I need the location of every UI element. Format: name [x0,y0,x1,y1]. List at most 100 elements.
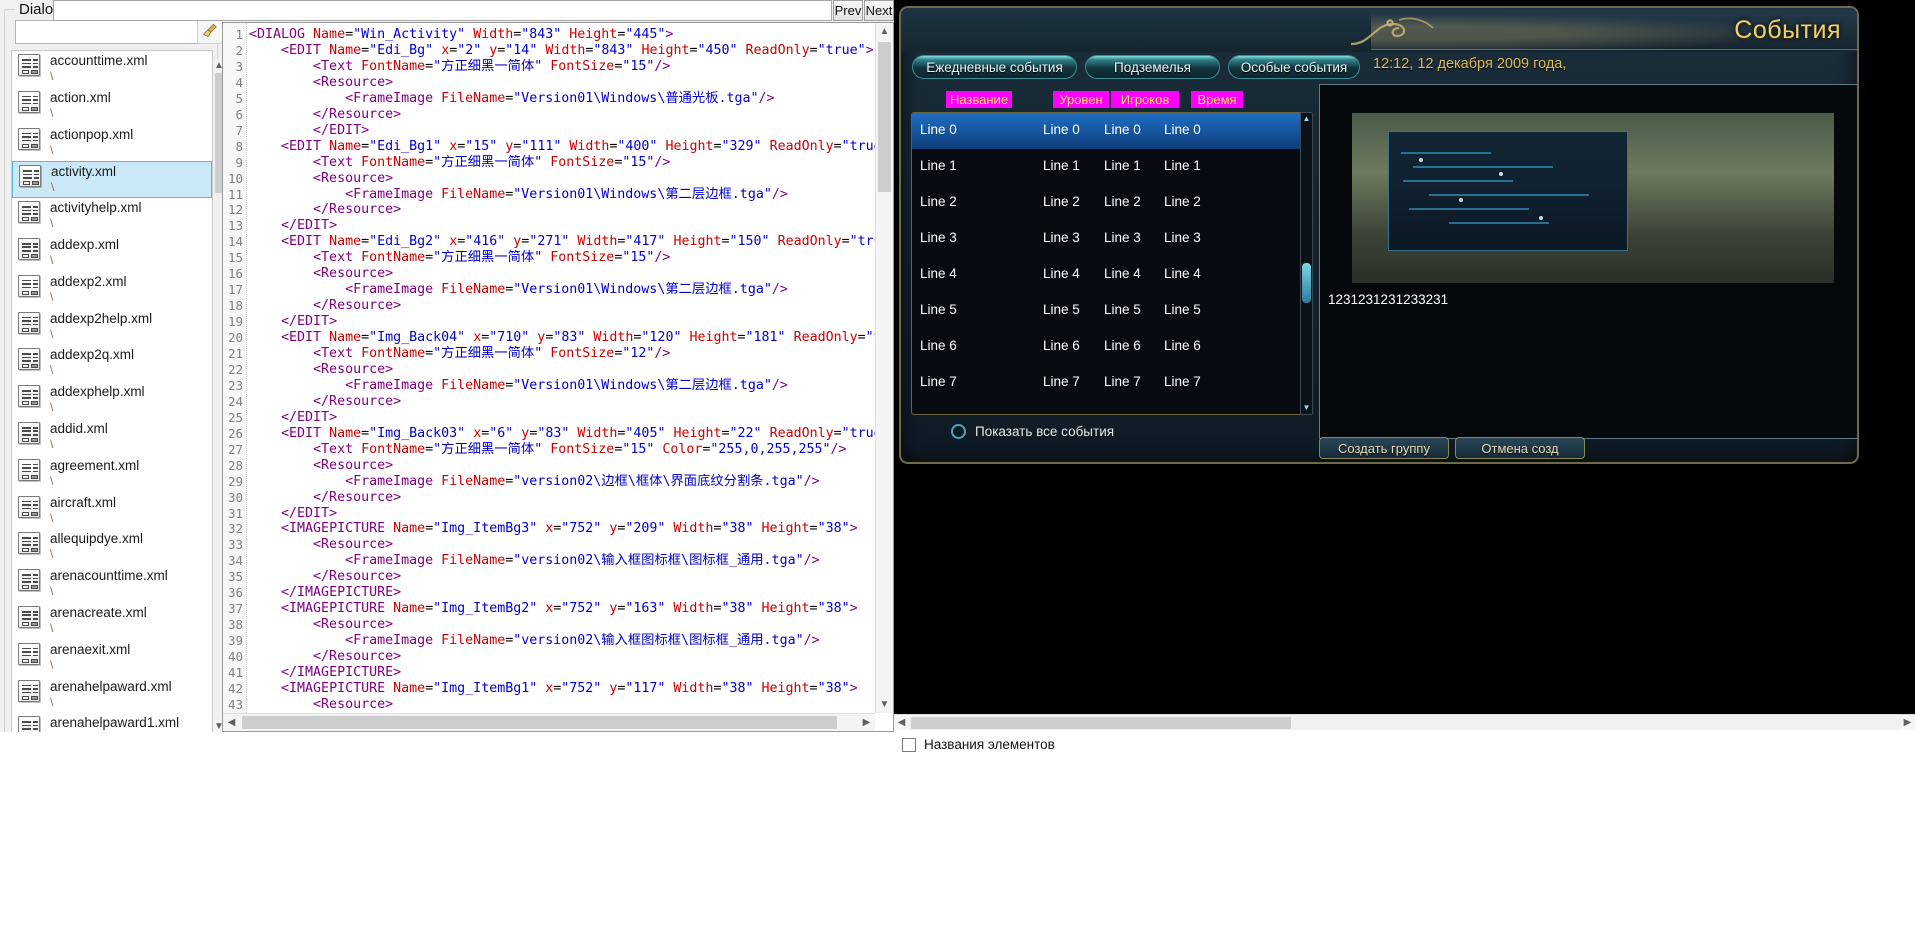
code-area[interactable]: 1234567891011121314151617181920212223242… [223,23,875,713]
list-item[interactable]: aircraft.xml\ [12,493,212,530]
chevron-down-icon[interactable]: ▼ [1302,403,1311,413]
create-group-button[interactable]: Создать группу [1319,437,1449,459]
events-table-scrollbar[interactable]: ▲ ▼ [1300,112,1313,415]
code-line[interactable]: </Resource> [249,490,401,506]
list-item[interactable]: accounttime.xml\ [12,51,212,88]
search-input[interactable] [53,0,832,21]
code-line[interactable]: <Resource> [249,75,393,91]
code-line[interactable]: <Resource> [249,171,393,187]
code-line[interactable]: </Resource> [249,202,401,218]
table-row[interactable]: Line 7Line 7Line 7Line 7 [912,365,1309,401]
preview-horizontal-scrollbar[interactable]: ◀ ▶ [894,714,1915,730]
code-line[interactable]: <EDIT Name="Edi_Bg1" x="15" y="111" Widt… [249,139,875,155]
code-line[interactable]: </Resource> [249,107,401,123]
code-line[interactable]: <IMAGEPICTURE Name="Img_ItemBg2" x="752"… [249,601,858,617]
scroll-thumb-vertical[interactable] [878,42,891,192]
table-row[interactable]: Line 4Line 4Line 4Line 4 [912,257,1309,293]
list-item[interactable]: addexp2help.xml\ [12,309,212,346]
code-line[interactable]: </EDIT> [249,218,337,234]
code-line[interactable]: <Resource> [249,362,393,378]
code-line[interactable]: </IMAGEPICTURE> [249,665,401,681]
code-line[interactable]: <IMAGEPICTURE Name="Img_ItemBg3" x="752"… [249,521,858,537]
scroll-down-icon[interactable]: ▼ [876,696,893,713]
list-item[interactable]: activityhelp.xml\ [12,198,212,235]
list-item[interactable]: addexp2.xml\ [12,272,212,309]
scroll-thumb[interactable] [1302,263,1311,303]
code-line[interactable]: <Text FontName="方正细黑一简体" FontSize="15" C… [249,442,847,458]
code-line[interactable]: </Resource> [249,394,401,410]
xml-editor[interactable]: 1234567891011121314151617181920212223242… [222,22,894,732]
column-header-time[interactable]: Время [1191,91,1243,108]
code-line[interactable]: </IMAGEPICTURE> [249,585,401,601]
code-line[interactable]: <Resource> [249,458,393,474]
scroll-up-icon[interactable]: ▲ [876,23,893,40]
code-line[interactable]: <DIALOG Name="Win_Activity" Width="843" … [249,27,673,43]
prev-button[interactable]: Prev [833,0,863,21]
scroll-left-icon[interactable]: ◀ [223,714,240,731]
code-line[interactable]: <IMAGEPICTURE Name="Img_ItemBg1" x="752"… [249,681,858,697]
list-item[interactable]: addid.xml\ [12,419,212,456]
table-row[interactable]: Line 3Line 3Line 3Line 3 [912,221,1309,257]
scroll-right-icon[interactable]: ▶ [1900,715,1915,730]
code-line[interactable]: <Text FontName="方正细黑一简体" FontSize="15"/> [249,59,670,75]
checkbox-box[interactable] [951,424,966,439]
checkbox-box[interactable] [902,738,916,752]
tab-daily-events[interactable]: Ежедневные события [912,55,1077,79]
code-line[interactable]: </EDIT> [249,314,337,330]
column-header-name[interactable]: Название [946,91,1012,108]
code-line[interactable]: <FrameImage FileName="version02\输入框图标框\图… [249,633,820,649]
dialogs-filter-input[interactable] [15,20,201,44]
scroll-left-icon[interactable]: ◀ [894,715,909,730]
tab-special-events[interactable]: Особые события [1228,55,1360,79]
list-item[interactable]: activity.xml\ [12,161,212,198]
list-item[interactable]: arenacreate.xml\ [12,603,212,640]
element-names-checkbox[interactable]: Названия элементов [902,737,1055,752]
list-item[interactable]: actionpop.xml\ [12,125,212,162]
dialogs-file-list[interactable]: accounttime.xml\action.xml\actionpop.xml… [11,50,213,738]
code-line[interactable]: <FrameImage FileName="version02\输入框图标框\图… [249,553,820,569]
table-row[interactable]: Line 2Line 2Line 2Line 2 [912,185,1309,221]
list-item[interactable]: arenacounttime.xml\ [12,566,212,603]
code-line[interactable]: <FrameImage FileName="Version01\Windows\… [249,282,788,298]
column-header-players[interactable]: Игроков [1111,91,1179,108]
list-item[interactable]: addexp.xml\ [12,235,212,272]
editor-vertical-scrollbar[interactable]: ▲ ▼ [875,23,893,713]
editor-horizontal-scrollbar[interactable]: ◀ ▶ [223,713,875,731]
scroll-thumb-horizontal[interactable] [911,717,1291,729]
list-item[interactable]: action.xml\ [12,88,212,125]
code-line[interactable]: <FrameImage FileName="version02\边框\框体\界面… [249,474,820,490]
code-line[interactable]: </Resource> [249,649,401,665]
code-line[interactable]: </EDIT> [249,123,369,139]
code-line[interactable]: <Text FontName="方正细黑一简体" FontSize="12"/> [249,346,670,362]
code-line[interactable]: </EDIT> [249,410,337,426]
list-item[interactable]: arenaexit.xml\ [12,640,212,677]
code-line[interactable]: <FrameImage FileName="Version01\Windows\… [249,378,788,394]
code-line[interactable]: </Resource> [249,569,401,585]
table-row[interactable]: Line 5Line 5Line 5Line 5 [912,293,1309,329]
cancel-create-button[interactable]: Отмена созд [1455,437,1585,459]
table-row[interactable]: Line 6Line 6Line 6Line 6 [912,329,1309,365]
table-row[interactable]: Line 0Line 0Line 0Line 0 [912,113,1309,149]
code-line[interactable]: <Resource> [249,537,393,553]
table-row[interactable]: Line 1Line 1Line 1Line 1 [912,149,1309,185]
broom-icon[interactable] [197,18,223,44]
code-line[interactable]: <Resource> [249,697,393,713]
list-item[interactable]: allequipdye.xml\ [12,529,212,566]
code-line[interactable]: <FrameImage FileName="Version01\Windows\… [249,91,775,107]
code-line[interactable]: </EDIT> [249,506,337,522]
list-item[interactable]: addexp2q.xml\ [12,345,212,382]
show-all-events-checkbox[interactable]: Показать все события [951,424,1114,439]
tab-dungeons[interactable]: Подземелья [1085,55,1220,79]
column-header-level[interactable]: Уровен [1053,91,1109,108]
code-line[interactable]: <Resource> [249,266,393,282]
code-line[interactable]: <EDIT Name="Img_Back04" x="710" y="83" W… [249,330,875,346]
chevron-up-icon[interactable]: ▲ [1302,114,1311,124]
code-line[interactable]: <Resource> [249,617,393,633]
code-line[interactable]: <Text FontName="方正细黑一简体" FontSize="15"/> [249,250,670,266]
events-table[interactable]: Line 0Line 0Line 0Line 0Line 1Line 1Line… [911,112,1310,415]
code-line[interactable]: <EDIT Name="Img_Back03" x="6" y="83" Wid… [249,426,875,442]
code-line[interactable]: <Text FontName="方正细黑一简体" FontSize="15"/> [249,155,670,171]
list-item[interactable]: addexphelp.xml\ [12,382,212,419]
scroll-thumb-horizontal[interactable] [242,716,837,729]
next-button[interactable]: Next [864,0,894,21]
